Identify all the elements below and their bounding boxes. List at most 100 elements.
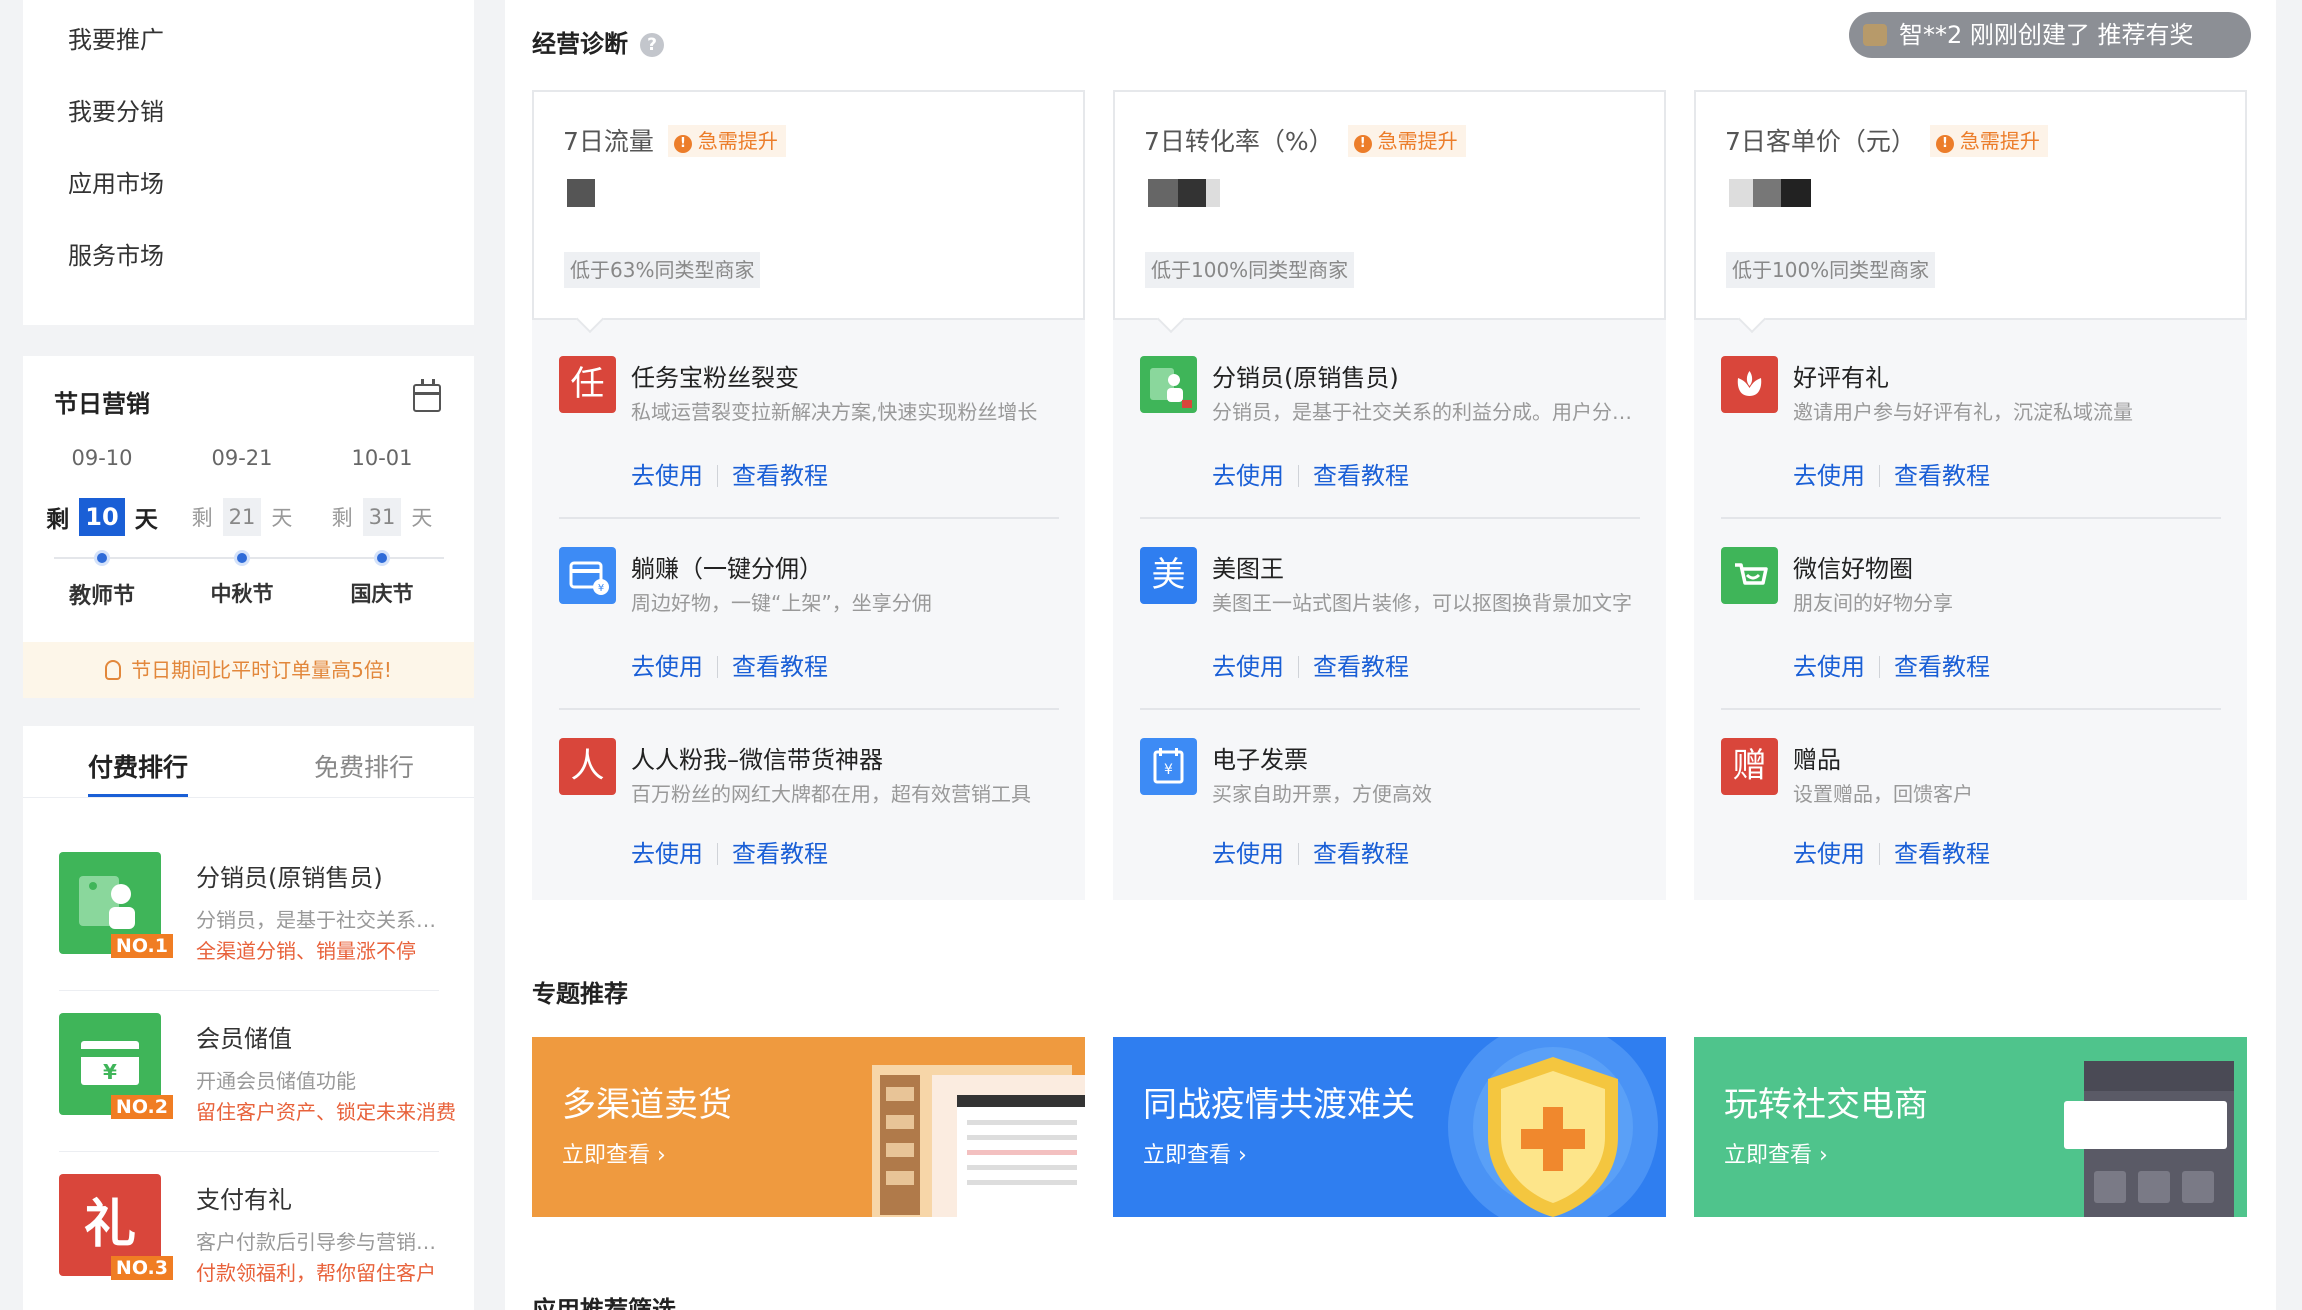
app-actions: 去使用 查看教程 xyxy=(631,456,828,491)
storefront-icon xyxy=(2064,1061,2234,1217)
tutorial-link[interactable]: 查看教程 xyxy=(732,840,828,868)
gift-glyph: 礼 xyxy=(83,1195,136,1255)
app-name: 赠品 xyxy=(1793,746,1841,774)
app-desc: 百万粉丝的网红大牌都在用，超有效营销工具 xyxy=(631,782,1031,806)
days-remaining: 21 xyxy=(222,498,262,536)
shopping-cart-icon xyxy=(1721,547,1778,604)
rank-badge: NO.1 xyxy=(110,934,173,958)
days-remaining: 31 xyxy=(362,498,402,536)
ranking-card: 付费排行 免费排行 NO.1 分销员(原销售员) 分销员，是基于社交关系的利益分… xyxy=(23,726,474,1310)
banner-social-commerce[interactable]: 玩转社交电商 立即查看 › xyxy=(1694,1037,2247,1217)
banner-epidemic[interactable]: 同战疫情共渡难关 立即查看 › xyxy=(1113,1037,1666,1217)
use-link[interactable]: 去使用 xyxy=(1212,840,1284,868)
divider xyxy=(59,1151,439,1152)
view-now-link[interactable]: 立即查看 › xyxy=(1724,1137,1828,1169)
tutorial-link[interactable]: 查看教程 xyxy=(1313,462,1409,490)
menu-item-promote[interactable]: 我要推广 xyxy=(68,20,164,55)
tutorial-link[interactable]: 查看教程 xyxy=(1313,653,1409,681)
use-link[interactable]: 去使用 xyxy=(1793,653,1865,681)
document-stack-icon xyxy=(872,1065,1085,1217)
alert-icon: ! xyxy=(673,135,692,153)
festival-name: 中秋节 xyxy=(210,582,274,606)
ranking-item[interactable]: 礼 NO.3 支付有礼 客户付款后引导参与营销活动 付款领福利，帮你留住客户 xyxy=(59,1174,441,1310)
ranking-app-slogan: 留住客户资产、锁定未来消费 xyxy=(196,1100,456,1124)
festival-item[interactable]: 10-01 剩 31 天 xyxy=(312,446,452,536)
festival-tip: 节日期间比平时订单量高5倍! xyxy=(23,642,474,698)
app-item: 任 任务宝粉丝裂变 私域运营裂变拉新解决方案,快速实现粉丝增长 去使用 查看教程 xyxy=(559,356,1059,526)
festival-countdown: 剩 10 天 xyxy=(32,498,172,536)
svg-text:¥: ¥ xyxy=(103,1060,117,1084)
sidebar-menu: 我要推广 我要分销 应用市场 服务市场 xyxy=(23,0,474,325)
tutorial-link[interactable]: 查看教程 xyxy=(732,653,828,681)
use-link[interactable]: 去使用 xyxy=(1793,462,1865,490)
use-link[interactable]: 去使用 xyxy=(631,653,703,681)
tutorial-link[interactable]: 查看教程 xyxy=(1894,653,1990,681)
use-link[interactable]: 去使用 xyxy=(1793,840,1865,868)
divider xyxy=(59,990,439,991)
masked-value xyxy=(1729,179,1811,207)
app-desc: 朋友间的好物分享 xyxy=(1793,591,1953,615)
ranking-item[interactable]: NO.1 分销员(原销售员) 分销员，是基于社交关系的利益分成，用户分享商品成交… xyxy=(59,852,441,1002)
remain-prefix: 剩 xyxy=(331,506,353,530)
view-now-link[interactable]: 立即查看 › xyxy=(1143,1137,1247,1169)
diagnosis-column-conversion: 7日转化率（%）! 急需提升 低于100%同类型商家 分销员(原销售员) 分销员，… xyxy=(1113,90,1666,900)
metric-name: 7日转化率（%） xyxy=(1144,127,1334,156)
use-link[interactable]: 去使用 xyxy=(631,462,703,490)
days-remaining: 10 xyxy=(79,498,125,536)
app-name: 分销员(原销售员) xyxy=(1212,364,1399,392)
topics-title: 专题推荐 xyxy=(532,980,628,1008)
divider xyxy=(1140,517,1640,519)
tab-paid-ranking[interactable]: 付费排行 xyxy=(88,748,188,784)
tutorial-link[interactable]: 查看教程 xyxy=(1313,840,1409,868)
diagnosis-title: 经营诊断? xyxy=(532,24,664,59)
app-name: 躺赚（一键分佣） xyxy=(631,555,823,583)
metric-label: 7日转化率（%） ! 急需提升 xyxy=(1144,122,1466,158)
festival-item[interactable]: 09-21 剩 21 天 xyxy=(172,446,312,536)
tutorial-link[interactable]: 查看教程 xyxy=(1894,840,1990,868)
ranking-item[interactable]: ¥ NO.2 会员储值 开通会员储值功能 留住客户资产、锁定未来消费 xyxy=(59,1013,456,1163)
task-treasure-icon: 任 xyxy=(559,356,616,413)
active-tab-indicator xyxy=(88,794,188,797)
app-actions: 去使用 查看教程 xyxy=(631,834,828,869)
menu-item-app-market[interactable]: 应用市场 xyxy=(68,164,164,199)
tutorial-link[interactable]: 查看教程 xyxy=(1894,462,1990,490)
app-recommend-title: 应用推荐筛选 xyxy=(532,1296,676,1310)
view-now-link[interactable]: 立即查看 › xyxy=(562,1137,666,1169)
diagnosis-title-text: 经营诊断 xyxy=(532,30,628,58)
app-name: 美图王 xyxy=(1212,555,1284,583)
tab-free-ranking[interactable]: 免费排行 xyxy=(314,748,414,784)
app-actions: 去使用 查看教程 xyxy=(1212,647,1409,682)
alert-icon: ! xyxy=(1935,135,1954,153)
divider xyxy=(1721,708,2221,710)
app-name: 微信好物圈 xyxy=(1793,555,1913,583)
calendar-icon[interactable] xyxy=(413,379,441,412)
app-name: 好评有礼 xyxy=(1793,364,1889,392)
help-icon[interactable]: ? xyxy=(640,33,664,57)
app-item: ¥ 躺赚（一键分佣） 周边好物，一键“上架”，坐享分佣 去使用 查看教程 xyxy=(559,547,1059,717)
tutorial-link[interactable]: 查看教程 xyxy=(732,462,828,490)
urgent-badge: ! 急需提升 xyxy=(667,125,786,157)
masked-value xyxy=(567,179,595,207)
use-link[interactable]: 去使用 xyxy=(1212,653,1284,681)
invoice-icon: ¥ xyxy=(1140,738,1197,795)
urgent-badge: ! 急需提升 xyxy=(1347,125,1466,157)
banner-multichannel[interactable]: 多渠道卖货 立即查看 › xyxy=(532,1037,1085,1217)
festival-title: 节日营销 xyxy=(54,390,150,418)
activity-notice-text: 智**2 刚刚创建了 推荐有奖 xyxy=(1899,21,2194,49)
festival-item[interactable]: 09-10 剩 10 天 xyxy=(32,446,172,536)
lightbulb-icon xyxy=(105,660,122,680)
masked-value xyxy=(1148,179,1220,207)
use-link[interactable]: 去使用 xyxy=(1212,462,1284,490)
timeline-dot xyxy=(94,550,110,566)
menu-item-distribution[interactable]: 我要分销 xyxy=(68,92,164,127)
svg-text:¥: ¥ xyxy=(1164,762,1173,778)
divider xyxy=(1721,517,2221,519)
festival-name: 教师节 xyxy=(68,584,135,609)
rank-badge: NO.2 xyxy=(110,1095,173,1119)
urgent-label: 急需提升 xyxy=(1377,129,1458,153)
menu-item-service-market[interactable]: 服务市场 xyxy=(68,236,164,271)
activity-notice[interactable]: 智**2 刚刚创建了 推荐有奖 xyxy=(1849,12,2251,58)
use-link[interactable]: 去使用 xyxy=(631,840,703,868)
divider xyxy=(1140,708,1640,710)
ranking-app-name: 支付有礼 xyxy=(196,1186,292,1214)
